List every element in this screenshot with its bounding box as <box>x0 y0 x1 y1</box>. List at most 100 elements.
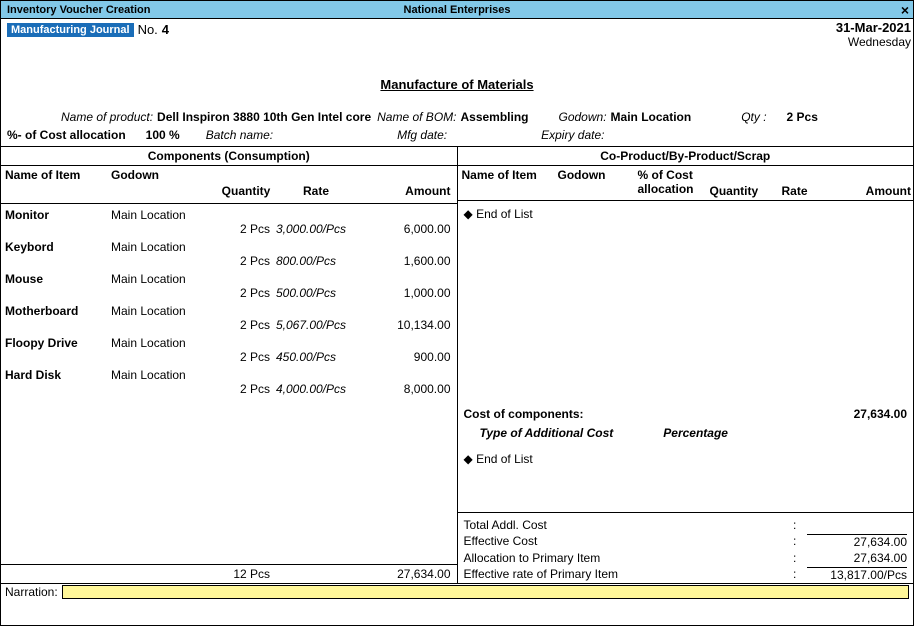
end-of-list-1: ◆ End of List <box>458 201 914 221</box>
effective-cost-value: 27,634.00 <box>807 534 907 549</box>
component-values-row: 2 Pcs450.00/Pcs900.00 <box>1 350 457 364</box>
godown-name[interactable]: Main Location <box>611 110 692 124</box>
effective-cost-label: Effective Cost <box>464 534 794 549</box>
col2-rate: Rate <box>770 168 820 198</box>
col-name-of-item: Name of Item <box>1 168 111 182</box>
component-values-row: 2 Pcs5,067.00/Pcs10,134.00 <box>1 318 457 332</box>
item-godown: Main Location <box>111 204 216 222</box>
narration-label: Narration: <box>5 585 58 599</box>
effective-cost-row: Effective Cost : 27,634.00 <box>464 533 908 550</box>
batch-value[interactable] <box>277 128 337 142</box>
component-row[interactable]: Hard DiskMain Location <box>1 364 457 382</box>
item-amount: 10,134.00 <box>356 318 457 332</box>
item-rate: 3,000.00/Pcs <box>276 222 356 236</box>
components-item-list: MonitorMain Location2 Pcs3,000.00/Pcs6,0… <box>1 204 457 564</box>
coproduct-column: Co-Product/By-Product/Scrap Name of Item… <box>457 147 914 583</box>
product-name[interactable]: Dell Inspiron 3880 10th Gen Intel core <box>157 110 371 124</box>
item-amount: 900.00 <box>356 350 457 364</box>
end-of-list-2: ◆ End of List <box>464 444 908 512</box>
godown-label: Godown: <box>559 110 607 124</box>
narration-row: Narration: <box>1 583 913 600</box>
item-qty: 2 Pcs <box>216 350 276 364</box>
item-amount: 6,000.00 <box>356 222 457 236</box>
expiry-label: Expiry date: <box>541 128 604 142</box>
cost-components-value: 27,634.00 <box>807 407 907 421</box>
item-rate: 800.00/Pcs <box>276 254 356 268</box>
components-total-row: 12 Pcs 27,634.00 <box>1 564 457 583</box>
company-name: National Enterprises <box>404 4 511 16</box>
qty-label: Qty : <box>741 110 766 124</box>
component-values-row: 2 Pcs800.00/Pcs1,600.00 <box>1 254 457 268</box>
item-godown: Main Location <box>111 300 216 318</box>
item-qty: 2 Pcs <box>216 222 276 236</box>
cost-alloc-label: %- of Cost allocation <box>7 128 126 142</box>
total-addl-label: Total Addl. Cost <box>464 518 794 532</box>
components-column: Components (Consumption) Name of Item Go… <box>1 147 457 583</box>
effective-rate-row: Effective rate of Primary Item : 13,817.… <box>464 566 908 583</box>
cost-of-components-block: Cost of components: 27,634.00 Type of Ad… <box>458 402 914 513</box>
item-rate: 5,067.00/Pcs <box>276 318 356 332</box>
item-rate: 500.00/Pcs <box>276 286 356 300</box>
mfg-label: Mfg date: <box>397 128 447 142</box>
component-row[interactable]: MotherboardMain Location <box>1 300 457 318</box>
item-name: Mouse <box>1 268 111 286</box>
item-rate: 450.00/Pcs <box>276 350 356 364</box>
close-icon[interactable]: × <box>901 2 913 18</box>
voucher-day: Wednesday <box>1 35 911 49</box>
item-godown: Main Location <box>111 364 216 382</box>
components-header: Components (Consumption) <box>1 147 457 166</box>
item-godown: Main Location <box>111 236 216 254</box>
coproduct-subheader: Name of Item Godown % of Cost allocation… <box>458 166 914 201</box>
total-addl-value <box>807 518 907 532</box>
col2-godown: Godown <box>558 168 638 182</box>
totals-block: Total Addl. Cost : Effective Cost : 27,6… <box>458 513 914 583</box>
component-row[interactable]: MonitorMain Location <box>1 204 457 222</box>
addl-cost-type-label: Type of Additional Cost <box>480 426 614 440</box>
col2-pct: % of Cost allocation <box>638 168 710 196</box>
narration-input[interactable] <box>62 585 909 599</box>
component-row[interactable]: Floopy DriveMain Location <box>1 332 457 350</box>
bom-label: Name of BOM: <box>377 110 456 124</box>
mfg-value[interactable] <box>451 128 511 142</box>
item-name: Floopy Drive <box>1 332 111 350</box>
total-amount: 27,634.00 <box>356 567 457 581</box>
bom-name[interactable]: Assembling <box>460 110 528 124</box>
voucher-type-tag[interactable]: Manufacturing Journal <box>7 23 134 37</box>
product-name-label: Name of product: <box>61 110 153 124</box>
col-amount: Amount <box>356 168 457 198</box>
item-qty: 2 Pcs <box>216 318 276 332</box>
effective-rate-value: 13,817.00/Pcs <box>807 567 907 582</box>
coproduct-header: Co-Product/By-Product/Scrap <box>458 147 914 166</box>
allocation-primary-label: Allocation to Primary Item <box>464 551 794 565</box>
col2-qty: Quantity <box>710 168 770 198</box>
item-name: Hard Disk <box>1 364 111 382</box>
voucher-no-value[interactable]: 4 <box>162 22 169 37</box>
allocation-primary-row: Allocation to Primary Item : 27,634.00 <box>464 550 908 566</box>
item-amount: 1,000.00 <box>356 286 457 300</box>
item-name: Motherboard <box>1 300 111 318</box>
effective-rate-label: Effective rate of Primary Item <box>464 567 794 582</box>
col2-name-of-item: Name of Item <box>458 168 558 182</box>
cost-alloc-value[interactable]: 100 % <box>146 128 180 142</box>
component-values-row: 2 Pcs500.00/Pcs1,000.00 <box>1 286 457 300</box>
col-godown: Godown <box>111 168 216 182</box>
cost-components-label: Cost of components: <box>464 407 636 421</box>
col-rate: Rate <box>276 168 356 198</box>
item-qty: 2 Pcs <box>216 254 276 268</box>
allocation-row: %- of Cost allocation 100 % Batch name: … <box>1 126 913 147</box>
item-amount: 1,600.00 <box>356 254 457 268</box>
item-godown: Main Location <box>111 332 216 350</box>
component-values-row: 2 Pcs3,000.00/Pcs6,000.00 <box>1 222 457 236</box>
item-amount: 8,000.00 <box>356 382 457 396</box>
columns-container: Components (Consumption) Name of Item Go… <box>1 147 913 583</box>
item-qty: 2 Pcs <box>216 286 276 300</box>
total-addl-cost-row: Total Addl. Cost : <box>464 517 908 533</box>
component-row[interactable]: KeybordMain Location <box>1 236 457 254</box>
voucher-no-label: No. <box>138 22 158 37</box>
total-qty: 12 Pcs <box>216 567 276 581</box>
qty-value[interactable]: 2 Pcs <box>787 110 818 124</box>
col-quantity: Quantity <box>216 168 276 198</box>
addl-cost-pct-label: Percentage <box>663 426 728 440</box>
component-row[interactable]: MouseMain Location <box>1 268 457 286</box>
components-subheader: Name of Item Godown Quantity Rate Amount <box>1 166 457 204</box>
